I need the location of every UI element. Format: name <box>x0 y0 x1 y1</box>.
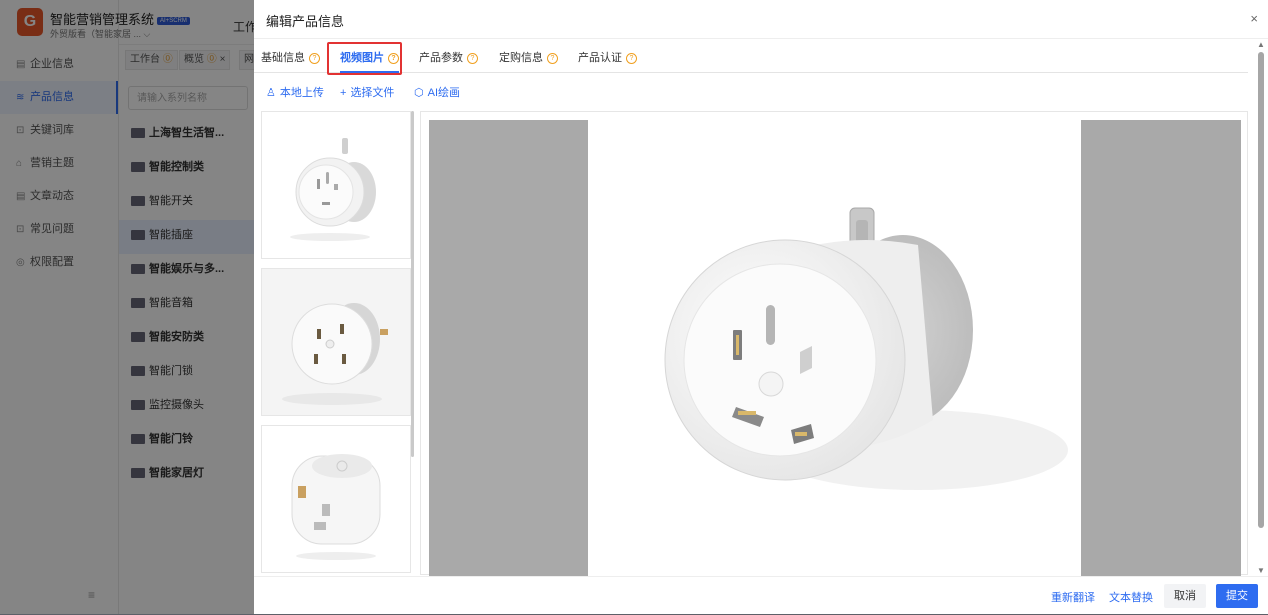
close-icon[interactable]: × <box>1250 11 1258 26</box>
scrollbar-thumb[interactable] <box>1258 52 1264 528</box>
user-icon: ♙ <box>266 87 276 99</box>
modal-footer: 重新翻译 文本替换 取消 提交 <box>254 576 1268 615</box>
help-icon: ? <box>467 52 478 64</box>
image-thumbnail[interactable] <box>261 268 411 416</box>
plug-adapter-image <box>664 207 1068 490</box>
cancel-button[interactable]: 取消 <box>1164 584 1206 608</box>
preview-stage <box>429 120 1241 576</box>
replace-text-button[interactable]: 文本替换 <box>1109 589 1153 605</box>
image-preview <box>420 111 1248 576</box>
highlight-box <box>327 42 402 75</box>
modal-header: 编辑产品信息 × <box>254 0 1268 39</box>
retranslate-button[interactable]: 重新翻译 <box>1051 589 1095 605</box>
plus-icon: + <box>340 87 347 99</box>
help-icon: ? <box>547 52 558 64</box>
thumbnail-scrollbar[interactable] <box>411 111 414 457</box>
product-tabs: 基础信息? 视频图片? 产品参数? 定购信息? 产品认证? <box>254 44 1248 73</box>
hexagon-icon: ⬡ <box>414 87 424 99</box>
scroll-down-icon[interactable]: ▼ <box>1257 566 1265 575</box>
local-upload-button[interactable]: ♙ 本地上传 <box>266 84 324 100</box>
plug-adapter-image <box>290 138 376 241</box>
scroll-up-icon[interactable]: ▲ <box>1257 40 1265 49</box>
modal-scrollbar[interactable]: ▲ ▼ <box>1256 40 1266 575</box>
tab-basic-info[interactable]: 基础信息? <box>261 44 320 72</box>
image-thumbnail[interactable] <box>261 111 411 259</box>
plug-adapter-image <box>291 454 381 560</box>
edit-product-modal: 编辑产品信息 × 基础信息? 视频图片? 产品参数? 定购信息? 产品认证? ♙… <box>254 0 1268 614</box>
help-icon: ? <box>626 52 637 64</box>
image-thumbnail[interactable] <box>261 425 411 573</box>
preview-image <box>588 120 1081 576</box>
tab-certification[interactable]: 产品认证? <box>578 44 637 72</box>
choose-file-button[interactable]: + 选择文件 <box>340 84 394 100</box>
ai-drawing-button[interactable]: ⬡ AI绘画 <box>414 84 460 100</box>
modal-overlay[interactable] <box>0 0 254 614</box>
modal-title: 编辑产品信息 <box>266 14 345 29</box>
help-icon: ? <box>309 52 320 64</box>
tab-ordering[interactable]: 定购信息? <box>499 44 558 72</box>
plug-adapter-image <box>262 269 410 415</box>
image-thumbnail-list <box>261 111 411 575</box>
submit-button[interactable]: 提交 <box>1216 584 1258 608</box>
tab-parameters[interactable]: 产品参数? <box>419 44 478 72</box>
